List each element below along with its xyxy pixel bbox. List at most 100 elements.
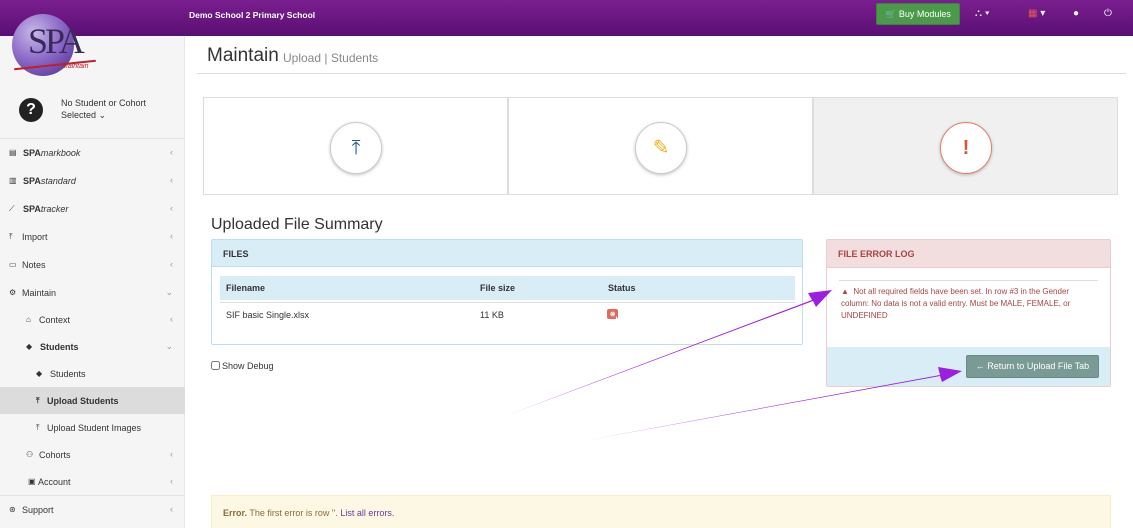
lock-icon: ▣ <box>28 477 36 486</box>
page-breadcrumb: Upload | Students <box>283 51 379 65</box>
question-icon: ? <box>19 98 43 122</box>
chevron-left-icon: ‹ <box>170 504 173 514</box>
sidebar-item-label: Cohorts <box>39 450 71 460</box>
column-header: Status <box>608 283 636 293</box>
error-message-text: Not all required fields have been set. I… <box>841 287 1071 320</box>
column-header: Filename <box>226 283 266 293</box>
student-selector-line1: No Student or Cohort <box>61 98 147 108</box>
return-button-label: Return to Upload File Tab <box>987 361 1090 371</box>
sidebar-item-spastandard[interactable]: ▥ SPAstandard ‹ <box>0 167 185 194</box>
sidebar-item-label: Support <box>22 505 54 515</box>
debug-checkbox[interactable] <box>211 361 220 370</box>
error-alert-label: Error. <box>223 508 248 518</box>
sidebar-item-notes[interactable]: ▭ Notes ‹ <box>0 251 185 278</box>
graduation-cap-icon: ◆ <box>26 342 33 351</box>
file-size: 11 KB <box>480 310 504 320</box>
sidebar-item-label: Context <box>39 315 71 325</box>
file-name: SIF basic Single.xlsx <box>226 310 310 320</box>
chevron-left-icon: ‹ <box>170 203 173 213</box>
sidebar-item-label: markbook <box>40 148 81 158</box>
step-upload[interactable]: ⤒ <box>203 97 508 195</box>
sidebar-item-label: SPA <box>23 176 41 186</box>
sidebar-item-students[interactable]: ◆ Students <box>0 360 185 387</box>
chevron-left-icon: ‹ <box>170 175 173 185</box>
files-panel: FILES Filename File size Status SIF basi… <box>211 239 803 345</box>
spa-logo-text: SPA <box>28 21 85 61</box>
files-heading: FILES <box>212 240 802 267</box>
file-error-log-panel: FILE ERROR LOG ▲ Not all required fields… <box>826 239 1111 387</box>
upload-icon: ⤒ <box>36 396 40 405</box>
chevron-left-icon: ‹ <box>170 259 173 269</box>
buy-modules-button[interactable]: 🛒 Buy Modules <box>876 3 960 25</box>
list-all-errors-link[interactable]: List all errors. <box>340 508 394 518</box>
sitemap-icon[interactable]: ⛬ ▾ <box>975 8 990 19</box>
summary-title: Uploaded File Summary <box>211 216 383 233</box>
sidebar-item-students-group[interactable]: ◆ Students ⌄ <box>0 333 185 360</box>
warning-icon: ▲ <box>841 287 849 296</box>
line-chart-icon: ⟋ <box>9 204 15 213</box>
sidebar-item-label: SPA <box>23 204 41 214</box>
top-navbar: Demo School 2 Primary School 🛒 Buy Modul… <box>0 0 1133 36</box>
arrow-left-icon: ← <box>975 361 985 371</box>
chevron-left-icon: ‹ <box>170 449 173 459</box>
files-table-header: Filename File size Status <box>220 276 795 300</box>
sidebar-item-upload-student-images[interactable]: ⤒ Upload Student Images <box>0 414 185 441</box>
power-icon[interactable]: ⏻ <box>1104 8 1112 19</box>
error-log-heading: FILE ERROR LOG <box>827 240 1110 268</box>
user-icon[interactable]: ● <box>1073 8 1079 19</box>
chevron-down-icon: ⌄ <box>165 341 173 351</box>
show-debug-checkbox[interactable]: Show Debug <box>211 361 274 371</box>
step-errors[interactable]: ! <box>813 97 1118 195</box>
student-selector[interactable]: No Student or Cohort Selected ⌄ <box>61 97 146 121</box>
pencil-icon: ✎ <box>635 122 687 174</box>
chevron-left-icon: ‹ <box>170 147 173 157</box>
student-selector-line2: Selected <box>61 110 97 120</box>
sidebar-item-import[interactable]: ⤒ Import ‹ <box>0 223 185 250</box>
sidebar-item-upload-students[interactable]: ⤒ Upload Students <box>0 387 185 414</box>
page-title: Maintain <box>207 45 279 66</box>
school-name: Demo School 2 Primary School <box>189 10 316 20</box>
status-badge: ⊗ HAS ERRORS <box>607 309 643 330</box>
error-alert-text: The first error is row ''. <box>249 508 338 518</box>
sidebar-item-maintain[interactable]: ⚙ Maintain ⌄ <box>0 279 185 306</box>
header-divider <box>197 73 1126 74</box>
upload-icon: ⤒ <box>330 122 382 174</box>
status-badge-text: HAS ERRORS <box>615 316 644 330</box>
chevron-down-icon: ⌄ <box>98 110 107 120</box>
upload-icon: ⤒ <box>9 232 13 241</box>
step-edit[interactable]: ✎ <box>508 97 813 195</box>
sidebar-item-cohorts[interactable]: ⚇ Cohorts ‹ <box>0 441 185 468</box>
sidebar-item-label: standard <box>40 176 76 186</box>
sidebar-item-label: Notes <box>22 260 46 270</box>
graduation-cap-icon: ◆ <box>36 369 43 378</box>
home-icon: ⌂ <box>26 315 31 324</box>
users-icon: ⚇ <box>26 450 34 459</box>
column-header: File size <box>480 283 516 293</box>
chevron-left-icon: ‹ <box>170 476 173 486</box>
return-to-upload-button[interactable]: ← Return to Upload File Tab <box>966 355 1099 378</box>
sidebar-item-label: Maintain <box>22 288 57 298</box>
sidebar-item-account[interactable]: ▣ Account ‹ <box>0 468 185 495</box>
error-divider <box>839 280 1098 281</box>
show-debug-label: Show Debug <box>222 361 274 371</box>
calendar-icon[interactable]: ▦ ▾ <box>1028 8 1045 19</box>
sidebar-item-label: Students <box>40 342 79 352</box>
note-icon: ▭ <box>9 260 17 269</box>
exclamation-icon: ! <box>940 122 992 174</box>
bar-chart-icon: ▥ <box>9 176 17 185</box>
error-alert: Error. The first error is row ''. List a… <box>211 495 1111 528</box>
upload-icon: ⤒ <box>36 423 40 432</box>
chevron-down-icon: ⌄ <box>165 287 173 297</box>
chevron-left-icon: ‹ <box>170 231 173 241</box>
sidebar-item-support[interactable]: ⊛ Support ‹ <box>0 496 185 523</box>
sidebar-item-label: Upload Students <box>47 396 119 406</box>
sidebar-item-label: tracker <box>40 204 69 214</box>
sidebar-item-spatracker[interactable]: ⟋ SPAtracker ‹ <box>0 195 185 222</box>
chevron-left-icon: ‹ <box>170 314 173 324</box>
sidebar-item-label: Account <box>38 477 71 487</box>
cogs-icon: ⚙ <box>9 288 17 297</box>
book-icon: ▤ <box>9 148 17 157</box>
sidebar-item-context[interactable]: ⌂ Context ‹ <box>0 306 185 333</box>
sidebar-item-spamarkbook[interactable]: ▤ SPAmarkbook ‹ <box>0 139 185 166</box>
lifebuoy-icon: ⊛ <box>9 505 16 514</box>
